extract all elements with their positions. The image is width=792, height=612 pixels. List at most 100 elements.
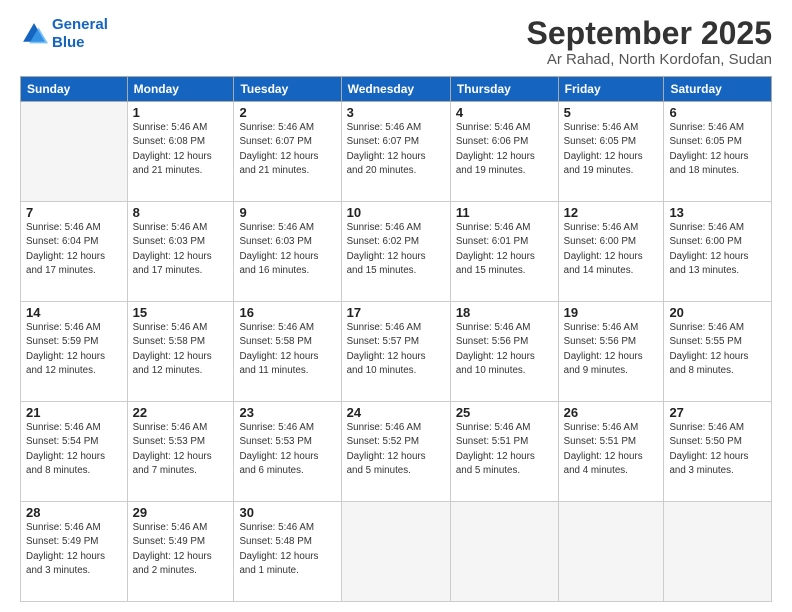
calendar-day-header: Sunday	[21, 77, 128, 102]
day-info: Sunrise: 5:46 AMSunset: 5:49 PMDaylight:…	[133, 521, 229, 578]
calendar-cell	[341, 502, 450, 602]
day-info: Sunrise: 5:46 AMSunset: 6:05 PMDaylight:…	[564, 121, 659, 178]
calendar-cell: 14Sunrise: 5:46 AMSunset: 5:59 PMDayligh…	[21, 302, 128, 402]
day-info: Sunrise: 5:46 AMSunset: 6:02 PMDaylight:…	[347, 221, 445, 278]
calendar-cell	[664, 502, 772, 602]
calendar-cell: 4Sunrise: 5:46 AMSunset: 6:06 PMDaylight…	[450, 102, 558, 202]
calendar-cell: 11Sunrise: 5:46 AMSunset: 6:01 PMDayligh…	[450, 202, 558, 302]
day-number: 20	[669, 305, 766, 320]
calendar-day-header: Thursday	[450, 77, 558, 102]
calendar-cell: 10Sunrise: 5:46 AMSunset: 6:02 PMDayligh…	[341, 202, 450, 302]
day-number: 22	[133, 405, 229, 420]
title-block: September 2025 Ar Rahad, North Kordofan,…	[527, 16, 772, 68]
calendar-day-header: Tuesday	[234, 77, 341, 102]
day-number: 11	[456, 205, 553, 220]
day-number: 1	[133, 105, 229, 120]
day-number: 19	[564, 305, 659, 320]
calendar-cell: 19Sunrise: 5:46 AMSunset: 5:56 PMDayligh…	[558, 302, 664, 402]
day-number: 10	[347, 205, 445, 220]
day-number: 18	[456, 305, 553, 320]
day-number: 26	[564, 405, 659, 420]
calendar-cell: 28Sunrise: 5:46 AMSunset: 5:49 PMDayligh…	[21, 502, 128, 602]
calendar-cell: 3Sunrise: 5:46 AMSunset: 6:07 PMDaylight…	[341, 102, 450, 202]
day-info: Sunrise: 5:46 AMSunset: 5:53 PMDaylight:…	[239, 421, 335, 478]
day-info: Sunrise: 5:46 AMSunset: 5:52 PMDaylight:…	[347, 421, 445, 478]
calendar-week-row: 28Sunrise: 5:46 AMSunset: 5:49 PMDayligh…	[21, 502, 772, 602]
day-info: Sunrise: 5:46 AMSunset: 5:56 PMDaylight:…	[564, 321, 659, 378]
day-info: Sunrise: 5:46 AMSunset: 5:58 PMDaylight:…	[133, 321, 229, 378]
calendar-cell: 8Sunrise: 5:46 AMSunset: 6:03 PMDaylight…	[127, 202, 234, 302]
calendar-week-row: 7Sunrise: 5:46 AMSunset: 6:04 PMDaylight…	[21, 202, 772, 302]
calendar-cell: 12Sunrise: 5:46 AMSunset: 6:00 PMDayligh…	[558, 202, 664, 302]
calendar-cell: 26Sunrise: 5:46 AMSunset: 5:51 PMDayligh…	[558, 402, 664, 502]
day-number: 16	[239, 305, 335, 320]
calendar-cell: 21Sunrise: 5:46 AMSunset: 5:54 PMDayligh…	[21, 402, 128, 502]
day-number: 24	[347, 405, 445, 420]
calendar-cell: 27Sunrise: 5:46 AMSunset: 5:50 PMDayligh…	[664, 402, 772, 502]
day-info: Sunrise: 5:46 AMSunset: 5:57 PMDaylight:…	[347, 321, 445, 378]
day-info: Sunrise: 5:46 AMSunset: 6:03 PMDaylight:…	[133, 221, 229, 278]
day-info: Sunrise: 5:46 AMSunset: 6:00 PMDaylight:…	[669, 221, 766, 278]
day-info: Sunrise: 5:46 AMSunset: 5:58 PMDaylight:…	[239, 321, 335, 378]
logo-line1: General	[52, 16, 108, 33]
calendar-cell: 29Sunrise: 5:46 AMSunset: 5:49 PMDayligh…	[127, 502, 234, 602]
day-info: Sunrise: 5:46 AMSunset: 5:50 PMDaylight:…	[669, 421, 766, 478]
day-number: 2	[239, 105, 335, 120]
calendar-cell: 6Sunrise: 5:46 AMSunset: 6:05 PMDaylight…	[664, 102, 772, 202]
day-info: Sunrise: 5:46 AMSunset: 6:05 PMDaylight:…	[669, 121, 766, 178]
day-number: 17	[347, 305, 445, 320]
day-info: Sunrise: 5:46 AMSunset: 6:00 PMDaylight:…	[564, 221, 659, 278]
calendar-cell: 24Sunrise: 5:46 AMSunset: 5:52 PMDayligh…	[341, 402, 450, 502]
day-number: 27	[669, 405, 766, 420]
day-info: Sunrise: 5:46 AMSunset: 5:51 PMDaylight:…	[564, 421, 659, 478]
day-info: Sunrise: 5:46 AMSunset: 5:48 PMDaylight:…	[239, 521, 335, 578]
calendar-cell	[450, 502, 558, 602]
calendar-cell: 17Sunrise: 5:46 AMSunset: 5:57 PMDayligh…	[341, 302, 450, 402]
day-info: Sunrise: 5:46 AMSunset: 6:07 PMDaylight:…	[347, 121, 445, 178]
day-info: Sunrise: 5:46 AMSunset: 5:51 PMDaylight:…	[456, 421, 553, 478]
calendar-cell	[558, 502, 664, 602]
page: General Blue September 2025 Ar Rahad, No…	[0, 0, 792, 612]
day-number: 6	[669, 105, 766, 120]
calendar-cell: 7Sunrise: 5:46 AMSunset: 6:04 PMDaylight…	[21, 202, 128, 302]
calendar-week-row: 14Sunrise: 5:46 AMSunset: 5:59 PMDayligh…	[21, 302, 772, 402]
day-number: 12	[564, 205, 659, 220]
calendar-day-header: Wednesday	[341, 77, 450, 102]
day-number: 25	[456, 405, 553, 420]
day-info: Sunrise: 5:46 AMSunset: 6:08 PMDaylight:…	[133, 121, 229, 178]
day-info: Sunrise: 5:46 AMSunset: 5:53 PMDaylight:…	[133, 421, 229, 478]
day-number: 3	[347, 105, 445, 120]
day-info: Sunrise: 5:46 AMSunset: 6:04 PMDaylight:…	[26, 221, 122, 278]
logo-text: General Blue	[52, 16, 108, 52]
calendar-cell: 5Sunrise: 5:46 AMSunset: 6:05 PMDaylight…	[558, 102, 664, 202]
day-info: Sunrise: 5:46 AMSunset: 5:55 PMDaylight:…	[669, 321, 766, 378]
calendar-cell: 13Sunrise: 5:46 AMSunset: 6:00 PMDayligh…	[664, 202, 772, 302]
calendar-week-row: 21Sunrise: 5:46 AMSunset: 5:54 PMDayligh…	[21, 402, 772, 502]
calendar-cell: 1Sunrise: 5:46 AMSunset: 6:08 PMDaylight…	[127, 102, 234, 202]
day-info: Sunrise: 5:46 AMSunset: 6:01 PMDaylight:…	[456, 221, 553, 278]
main-title: September 2025	[527, 16, 772, 51]
day-number: 7	[26, 205, 122, 220]
calendar-cell: 23Sunrise: 5:46 AMSunset: 5:53 PMDayligh…	[234, 402, 341, 502]
calendar-cell: 16Sunrise: 5:46 AMSunset: 5:58 PMDayligh…	[234, 302, 341, 402]
day-number: 14	[26, 305, 122, 320]
day-number: 15	[133, 305, 229, 320]
calendar-day-header: Saturday	[664, 77, 772, 102]
logo-icon	[20, 20, 48, 48]
calendar-day-header: Monday	[127, 77, 234, 102]
calendar-cell: 20Sunrise: 5:46 AMSunset: 5:55 PMDayligh…	[664, 302, 772, 402]
calendar-cell: 22Sunrise: 5:46 AMSunset: 5:53 PMDayligh…	[127, 402, 234, 502]
day-info: Sunrise: 5:46 AMSunset: 6:07 PMDaylight:…	[239, 121, 335, 178]
calendar-cell: 30Sunrise: 5:46 AMSunset: 5:48 PMDayligh…	[234, 502, 341, 602]
day-number: 29	[133, 505, 229, 520]
day-number: 30	[239, 505, 335, 520]
calendar-cell: 2Sunrise: 5:46 AMSunset: 6:07 PMDaylight…	[234, 102, 341, 202]
day-number: 9	[239, 205, 335, 220]
calendar-day-header: Friday	[558, 77, 664, 102]
day-info: Sunrise: 5:46 AMSunset: 5:56 PMDaylight:…	[456, 321, 553, 378]
calendar-cell	[21, 102, 128, 202]
subtitle: Ar Rahad, North Kordofan, Sudan	[527, 51, 772, 68]
day-number: 5	[564, 105, 659, 120]
day-info: Sunrise: 5:46 AMSunset: 5:54 PMDaylight:…	[26, 421, 122, 478]
calendar-cell: 15Sunrise: 5:46 AMSunset: 5:58 PMDayligh…	[127, 302, 234, 402]
